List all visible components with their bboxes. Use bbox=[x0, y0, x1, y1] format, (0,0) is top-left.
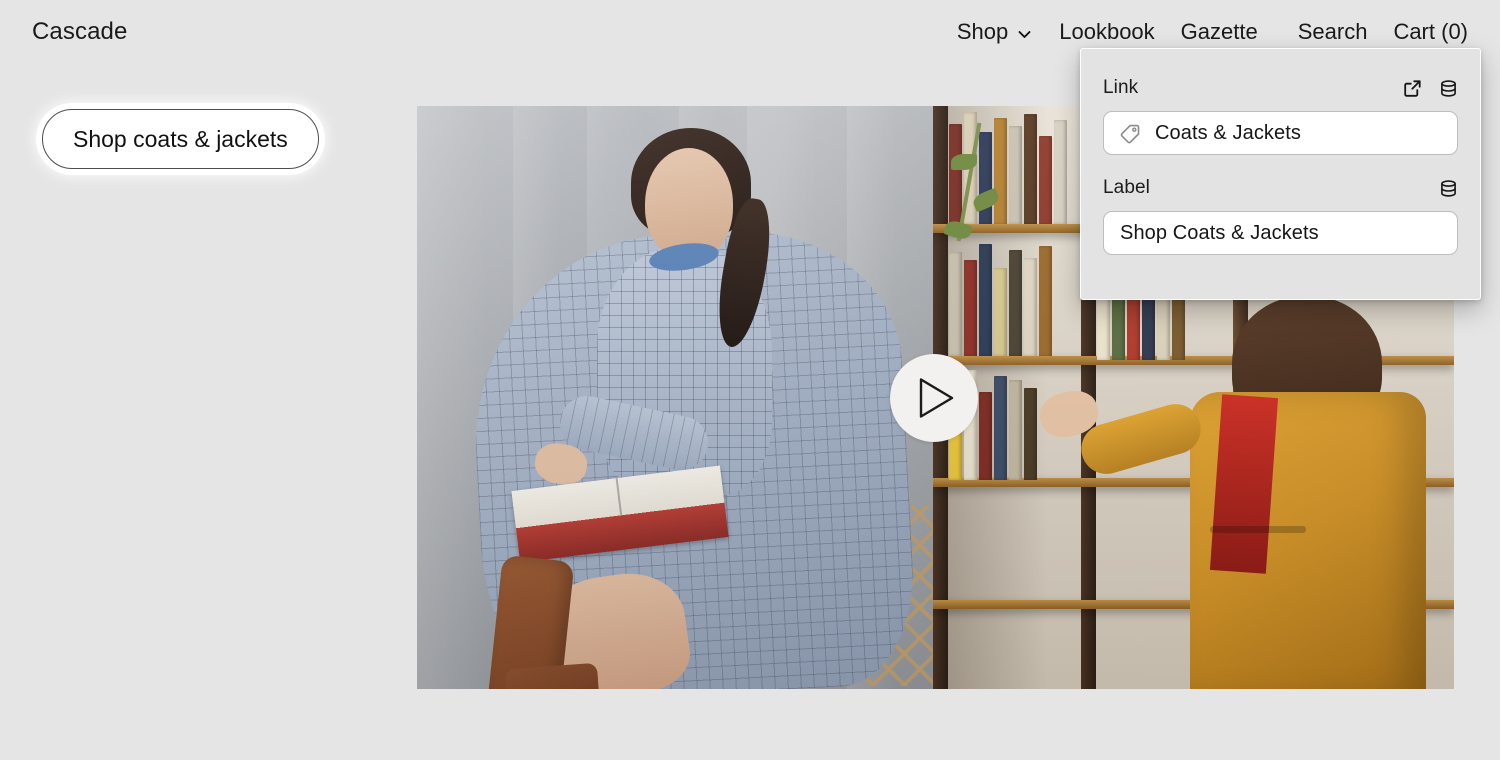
play-icon bbox=[913, 377, 956, 419]
hero-scene-left bbox=[417, 106, 937, 689]
field-link-header: Link bbox=[1103, 77, 1458, 99]
play-button[interactable] bbox=[890, 354, 978, 442]
editor-popover[interactable]: Link Coats & Jackets Label Shop Coats & … bbox=[1080, 48, 1481, 300]
tag-icon bbox=[1120, 123, 1141, 144]
nav-item-search[interactable]: Search bbox=[1298, 19, 1368, 45]
database-icon[interactable] bbox=[1438, 178, 1458, 198]
nav-item-cart[interactable]: Cart (0) bbox=[1393, 19, 1468, 45]
label-input-value: Shop Coats & Jackets bbox=[1120, 221, 1319, 244]
field-label-label: Label bbox=[1103, 177, 1150, 198]
hero-cta-button[interactable]: Shop coats & jackets bbox=[42, 109, 319, 169]
brand-logo[interactable]: Cascade bbox=[32, 18, 127, 46]
label-input[interactable]: Shop Coats & Jackets bbox=[1103, 211, 1458, 255]
field-label-header: Label bbox=[1103, 177, 1458, 199]
field-link-actions bbox=[1402, 78, 1458, 98]
nav-item-shop[interactable]: Shop bbox=[957, 19, 1033, 45]
link-input-value: Coats & Jackets bbox=[1155, 121, 1302, 144]
nav-item-cart-label: Cart (0) bbox=[1393, 19, 1468, 44]
nav-item-lookbook[interactable]: Lookbook bbox=[1059, 19, 1154, 45]
hero-cta-wrapper: Shop coats & jackets bbox=[42, 109, 319, 169]
link-input[interactable]: Coats & Jackets bbox=[1103, 111, 1458, 155]
field-link: Link Coats & Jackets bbox=[1103, 77, 1458, 155]
chevron-down-icon bbox=[1016, 26, 1033, 43]
external-link-icon[interactable] bbox=[1402, 78, 1422, 98]
nav-item-search-label: Search bbox=[1297, 19, 1368, 44]
field-label-actions bbox=[1438, 178, 1458, 198]
nav-item-gazette-label: Gazette bbox=[1180, 19, 1258, 44]
database-icon[interactable] bbox=[1438, 78, 1458, 98]
nav-item-lookbook-label: Lookbook bbox=[1059, 19, 1155, 44]
field-label: Label Shop Coats & Jackets bbox=[1103, 177, 1458, 255]
hero-figure-coat bbox=[1035, 296, 1436, 689]
main-nav: Shop Lookbook Gazette Search Cart (0) bbox=[957, 19, 1468, 45]
nav-item-shop-label: Shop bbox=[956, 19, 1009, 44]
nav-item-gazette[interactable]: Gazette bbox=[1181, 19, 1258, 45]
field-link-label: Link bbox=[1103, 77, 1139, 98]
